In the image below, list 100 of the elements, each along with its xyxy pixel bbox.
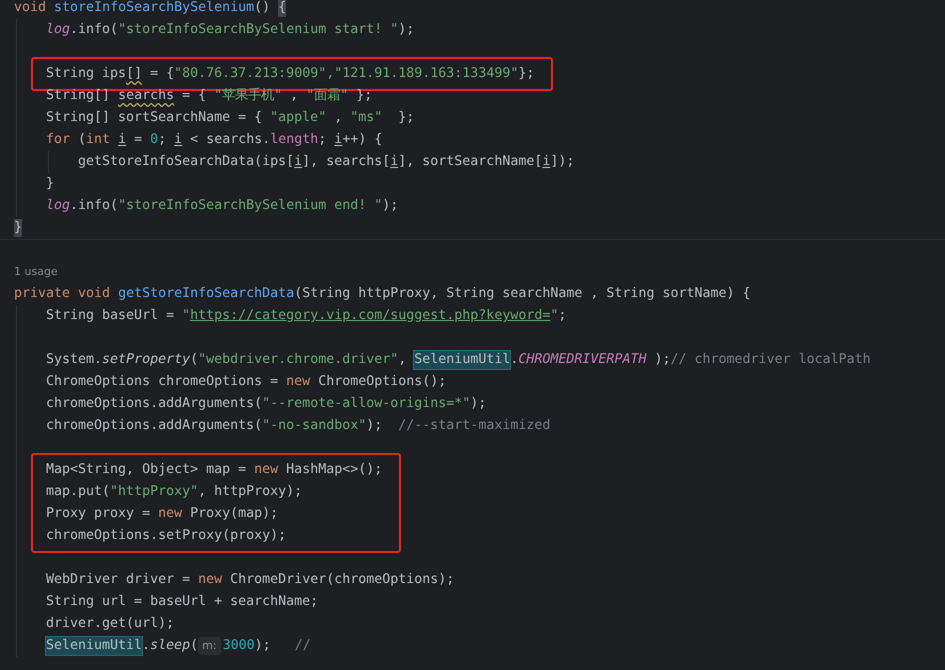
code-text: Proxy proxy = [46,505,152,523]
string-literal: "storeInfoSearchBySelenium start! " [118,21,398,39]
code-keyword: new [286,373,310,391]
code-text: getStoreInfoSearchData(ips[ [78,153,294,171]
code-comment: // chromedriver localPath [670,351,871,369]
method-name: getStoreInfoSearchData [118,285,294,303]
code-text: Map<String, Object> map = [46,461,248,479]
code-brace: } [14,219,22,237]
code-text: chromeOptions.addArguments( [46,395,262,413]
code-text: ); [254,637,272,655]
code-brace: { [278,0,286,17]
code-text: WebDriver driver = [46,571,192,589]
code-text: ], searchs[ [302,153,390,171]
method-name: storeInfoSearchBySelenium [54,0,254,17]
code-text: System. [46,351,102,369]
string-literal: "--remote-allow-origins=*" [262,395,470,413]
variable-name: i [334,131,342,149]
code-text: () [254,0,272,17]
usage-hint[interactable]: 1 usage [14,261,58,283]
string-literal: "storeInfoSearchBySelenium end! " [118,197,382,215]
string-literal: " [550,307,558,325]
code-text: String ips [46,65,126,83]
method-call: sleep [150,637,190,655]
code-text: .info( [70,197,118,215]
code-text: ; [318,131,328,149]
code-text: ( [190,351,198,369]
code-text: HashMap<>(); [285,461,382,479]
string-literal: "webdriver.chrome.driver" [198,351,398,369]
code-text: .info( [70,21,118,39]
code-text: String baseUrl = [46,307,176,325]
code-keyword: new [198,571,222,589]
code-text: , httpProxy); [198,483,302,501]
code-text: ChromeOptions(); [317,373,446,391]
field-name: length [270,131,318,149]
parameter-hint: m: [198,637,221,655]
code-text: chromeOptions.addArguments( [46,417,262,435]
code-text: Proxy(map); [189,505,278,523]
variable-name: i [118,131,126,149]
code-text: , [398,351,408,369]
static-member: CHROMEDRIVERPATH [518,351,646,369]
string-literal: " [182,307,190,325]
string-literal: "80.76.37.213:9009","121.91.189.163:133499" [174,65,518,83]
code-comment: //--start-maximized [398,417,550,435]
string-literal: "ms" [350,109,382,127]
highlighted-identifier: SeleniumUtil [46,637,142,655]
code-text: String[] [46,87,112,105]
code-text: = { [181,87,208,105]
code-text: ], sortSearchName[ [398,153,542,171]
static-member: log [46,21,70,39]
code-text: ); [470,395,486,413]
code-comment: // [294,637,311,655]
code-text: }; [355,87,372,105]
highlighted-identifier: SeleniumUtil [414,351,510,369]
code-text: ( [77,131,86,149]
code-text: ); [382,197,398,215]
variable-name: i [390,153,398,171]
code-text: ); [366,417,384,435]
string-literal: "面霜" [306,87,348,105]
number-literal: 3000 [222,637,255,655]
code-text: ); [653,351,670,369]
string-literal: "httpProxy" [110,483,198,501]
code-text: } [46,175,54,193]
code-text: [] [126,65,142,83]
code-text: ; [158,131,168,149]
code-text: ); [398,21,414,39]
code-keyword: int [86,131,112,149]
static-member: log [46,197,70,215]
method-call: setProperty [102,351,190,369]
code-text: < searchs. [189,131,270,149]
code-text: ++) { [342,131,382,149]
code-text: searchs [118,87,174,105]
code-text: }; [397,109,414,127]
code-text: = [133,131,144,149]
number-literal: 0 [150,131,158,149]
string-literal: "-no-sandbox" [262,417,366,435]
code-keyword: for [46,131,70,149]
code-text: String[] sortSearchName = { [46,109,264,127]
code-text: }; [518,65,534,83]
variable-name: i [294,153,302,171]
code-text: ChromeDriver(chromeOptions); [229,571,454,589]
code-text: , [289,87,300,105]
code-keyword: new [254,461,278,479]
string-literal: "苹果手机" [214,87,282,105]
string-literal: "apple" [270,109,326,127]
variable-name: i [542,153,550,171]
code-keyword: void [14,0,48,17]
code-text: . [142,637,150,655]
code-text: chromeOptions.setProxy(proxy); [46,527,286,545]
code-text: . [510,351,518,369]
url-link[interactable]: https://category.vip.com/suggest.php?keyword= [190,307,550,325]
code-text: , [333,109,344,127]
code-text: ChromeOptions chromeOptions = [46,373,280,391]
code-text: ; [558,307,566,325]
code-keyword: new [158,505,182,523]
code-text: ]); [550,153,574,171]
code-text: driver.get(url); [46,615,174,633]
code-text: ( [190,637,198,655]
code-text: map.put( [46,483,110,501]
code-keyword: private void [14,285,112,303]
code-text: (String httpProxy, String searchName , String sortName) { [294,285,751,303]
